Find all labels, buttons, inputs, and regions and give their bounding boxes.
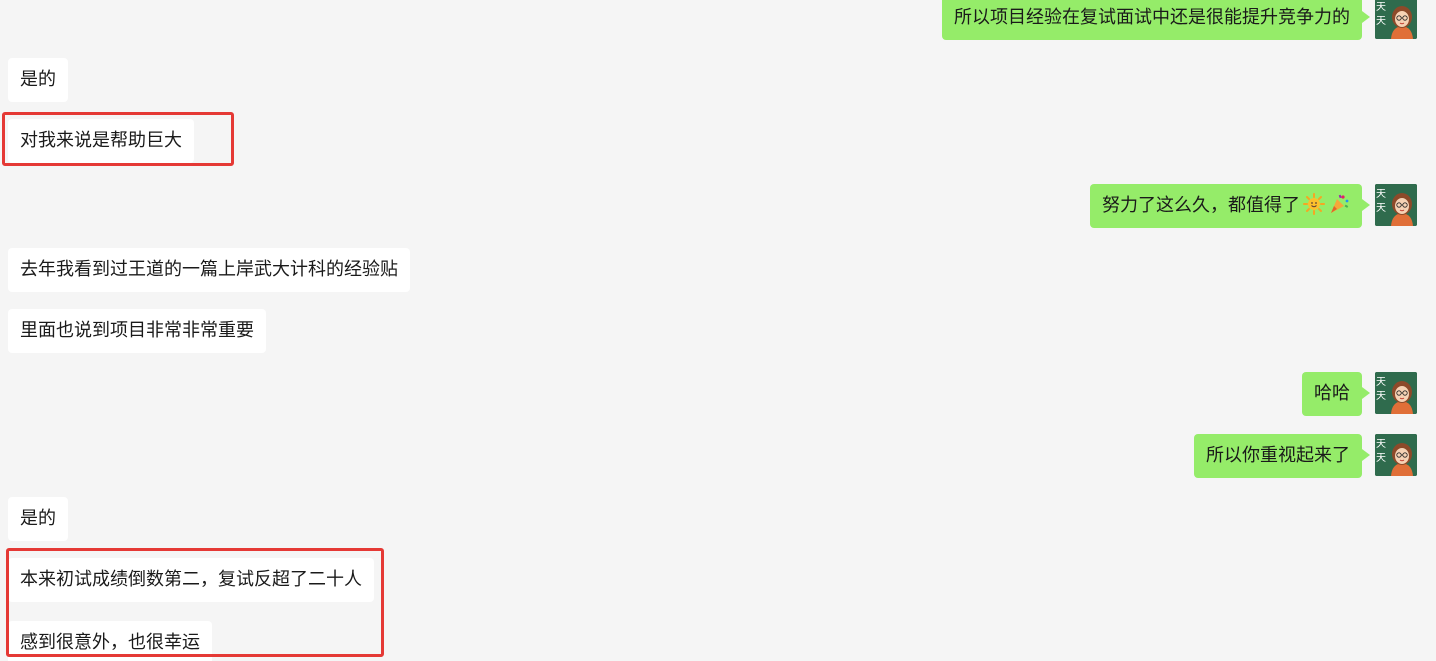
message-text: 去年我看到过王道的一篇上岸武大计科的经验贴 bbox=[20, 259, 398, 280]
chat-message: 是的 bbox=[0, 497, 1436, 541]
message-text: 所以你重视起来了 bbox=[1206, 445, 1350, 466]
incoming-message-bubble[interactable]: 感到很意外，也很幸运 bbox=[8, 621, 212, 661]
chat-message: 所以你重视起来了 天天 bbox=[0, 434, 1436, 478]
outgoing-message-bubble[interactable]: 努力了这么久，都值得了 bbox=[1090, 184, 1370, 228]
avatar-portrait: 天天 bbox=[1375, 184, 1417, 226]
incoming-message-bubble[interactable]: 本来初试成绩倒数第二，复试反超了二十人 bbox=[8, 558, 374, 602]
chat-message: 努力了这么久，都值得了 天天 bbox=[0, 184, 1436, 228]
message-text: 本来初试成绩倒数第二，复试反超了二十人 bbox=[20, 569, 362, 590]
avatar-caption-char: 天 bbox=[1376, 439, 1386, 450]
outgoing-message-bubble[interactable]: 所以你重视起来了 bbox=[1194, 434, 1370, 478]
avatar-caption-char: 天 bbox=[1376, 2, 1386, 13]
chat-message: 感到很意外，也很幸运 bbox=[0, 621, 1436, 661]
message-text: 努力了这么久，都值得了 bbox=[1102, 195, 1300, 216]
incoming-message-bubble[interactable]: 里面也说到项目非常非常重要 bbox=[8, 309, 266, 353]
chat-message: 去年我看到过王道的一篇上岸武大计科的经验贴 bbox=[0, 248, 1436, 292]
user-avatar[interactable]: 天天 bbox=[1375, 372, 1417, 414]
incoming-message-bubble[interactable]: 去年我看到过王道的一篇上岸武大计科的经验贴 bbox=[8, 248, 410, 292]
message-text: 哈哈 bbox=[1314, 383, 1350, 404]
incoming-message-bubble[interactable]: 是的 bbox=[8, 497, 68, 541]
party-popper-emoji-icon bbox=[1328, 193, 1350, 215]
message-text: 所以项目经验在复试面试中还是很能提升竞争力的 bbox=[954, 7, 1350, 28]
message-text: 是的 bbox=[20, 508, 56, 529]
user-avatar[interactable]: 天天 bbox=[1375, 434, 1417, 476]
message-text: 里面也说到项目非常非常重要 bbox=[20, 320, 254, 341]
chat-message: 是的 bbox=[0, 58, 1436, 102]
incoming-message-bubble[interactable]: 是的 bbox=[8, 58, 68, 102]
incoming-message-bubble[interactable]: 对我来说是帮助巨大 bbox=[8, 119, 194, 163]
user-avatar[interactable]: 天天 bbox=[1375, 0, 1417, 39]
sun-emoji-icon bbox=[1303, 193, 1325, 215]
chat-message: 对我来说是帮助巨大 bbox=[0, 119, 1436, 163]
avatar-caption-char: 天 bbox=[1376, 203, 1386, 214]
avatar-caption-char: 天 bbox=[1376, 16, 1386, 27]
chat-message-list[interactable]: 所以项目经验在复试面试中还是很能提升竞争力的 天天 是的 对我来说是帮助巨大 努… bbox=[0, 0, 1436, 661]
avatar-caption-char: 天 bbox=[1376, 377, 1386, 388]
message-text: 是的 bbox=[20, 69, 56, 90]
avatar-portrait: 天天 bbox=[1375, 0, 1417, 39]
chat-message: 里面也说到项目非常非常重要 bbox=[0, 309, 1436, 353]
chat-message: 所以项目经验在复试面试中还是很能提升竞争力的 天天 bbox=[0, 0, 1436, 40]
message-text: 感到很意外，也很幸运 bbox=[20, 632, 200, 653]
avatar-caption-char: 天 bbox=[1376, 453, 1386, 464]
message-text: 对我来说是帮助巨大 bbox=[20, 130, 182, 151]
avatar-portrait: 天天 bbox=[1375, 434, 1417, 476]
avatar-caption-char: 天 bbox=[1376, 189, 1386, 200]
user-avatar[interactable]: 天天 bbox=[1375, 184, 1417, 226]
chat-message: 哈哈 天天 bbox=[0, 372, 1436, 416]
chat-message: 本来初试成绩倒数第二，复试反超了二十人 bbox=[0, 558, 1436, 602]
avatar-caption-char: 天 bbox=[1376, 391, 1386, 402]
outgoing-message-bubble[interactable]: 所以项目经验在复试面试中还是很能提升竞争力的 bbox=[942, 0, 1370, 40]
outgoing-message-bubble[interactable]: 哈哈 bbox=[1302, 372, 1370, 416]
avatar-portrait: 天天 bbox=[1375, 372, 1417, 414]
